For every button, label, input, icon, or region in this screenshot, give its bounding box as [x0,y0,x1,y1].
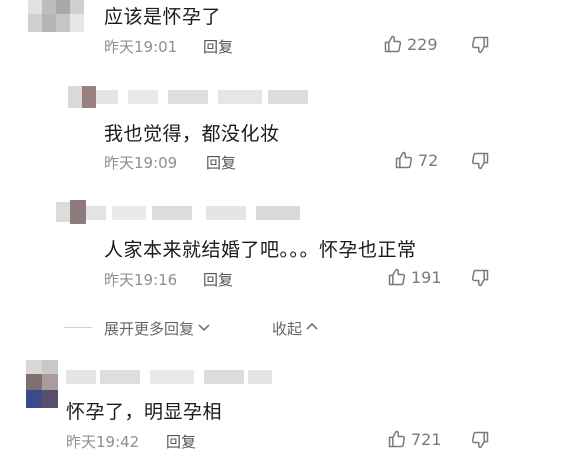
like-button[interactable]: 229 [383,34,438,54]
comment-time: 昨天19:42 [66,433,140,451]
comment-time: 昨天19:09 [104,154,178,172]
chevron-down-icon [197,320,211,338]
like-button[interactable]: 191 [387,267,442,287]
reply-button[interactable]: 回复 [166,431,196,452]
expand-label: 展开更多回复 [104,320,195,338]
thumbs-up-icon [394,150,414,170]
like-count: 72 [418,150,439,170]
like-button[interactable]: 721 [387,429,442,449]
comment-text: 人家本来就结婚了吧。。。怀孕也正常 [104,239,417,261]
like-count: 721 [411,429,442,449]
thumbs-down-icon [470,268,490,288]
thumbs-down-icon [470,35,490,55]
comment-text: 怀孕了，明显孕相 [66,401,223,423]
dislike-button[interactable] [470,268,490,288]
thumbs-up-icon [387,429,407,449]
dislike-button[interactable] [470,430,490,450]
like-button[interactable]: 72 [394,150,438,170]
collapse-label: 收起 [272,320,303,338]
expand-replies-button[interactable]: 展开更多回复 [104,318,211,339]
thread-divider [64,327,92,328]
dislike-button[interactable] [470,35,490,55]
thumbs-down-icon [470,430,490,450]
dislike-button[interactable] [470,151,490,171]
chevron-up-icon [305,320,319,338]
reply-button[interactable]: 回复 [203,269,233,290]
like-count: 191 [411,267,442,287]
collapse-replies-button[interactable]: 收起 [272,318,319,339]
avatar[interactable] [68,80,308,112]
comment-text: 我也觉得，都没化妆 [104,123,280,145]
like-count: 229 [407,34,438,54]
thumbs-down-icon [470,151,490,171]
avatar[interactable] [28,0,88,40]
comment-time: 昨天19:01 [104,38,178,56]
avatar[interactable] [56,196,301,228]
comment-time: 昨天19:16 [104,271,178,289]
thumbs-up-icon [387,267,407,287]
reply-button[interactable]: 回复 [206,152,236,173]
comment-text: 应该是怀孕了 [104,6,222,28]
thumbs-up-icon [383,34,403,54]
reply-button[interactable]: 回复 [203,36,233,57]
